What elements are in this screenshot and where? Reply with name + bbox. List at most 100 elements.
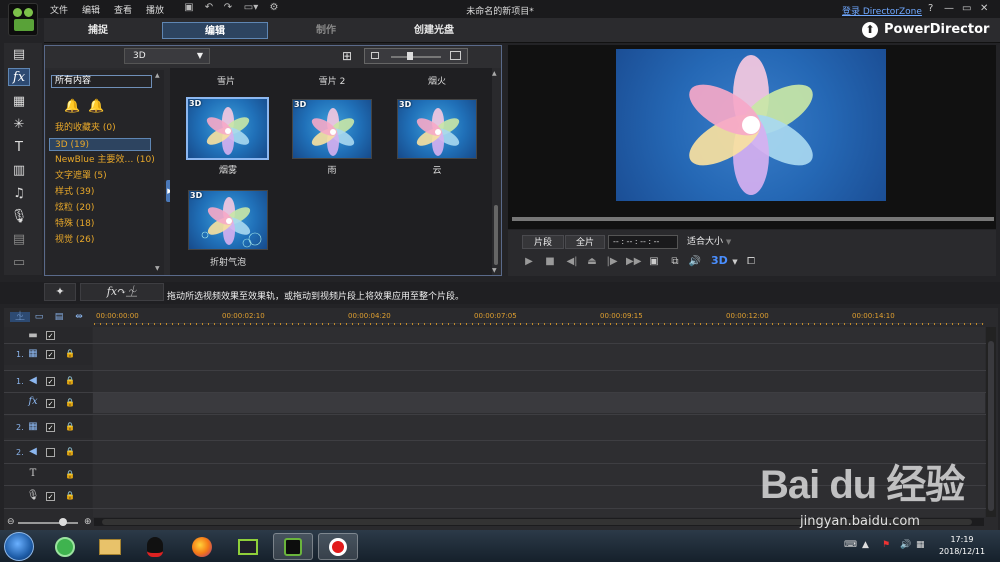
title-room-icon[interactable]: T — [8, 139, 30, 157]
close-icon[interactable]: ✕ — [980, 3, 988, 14]
particle-room-icon[interactable]: ✳ — [8, 116, 30, 134]
aspect-ratio-icon[interactable]: ▭▾ — [240, 2, 262, 14]
category-special[interactable]: 特殊 (18) — [46, 218, 156, 231]
lock-icon[interactable]: 🔒 — [65, 422, 75, 432]
movie-mode-button[interactable]: 全片 — [565, 235, 605, 249]
transition-room-icon[interactable]: ▥ — [8, 162, 30, 180]
fit-size-select[interactable]: 适合大小 ▼ — [684, 235, 740, 249]
fit-timeline-icon[interactable]: ⇹ — [73, 312, 85, 322]
zoom-thumb[interactable] — [59, 518, 67, 526]
chevron-down-icon[interactable]: ▼ — [728, 256, 742, 268]
track-checkbox[interactable]: ✓ — [46, 492, 55, 501]
all-tracks-checkbox[interactable]: ✓ — [46, 331, 55, 340]
firefox-icon[interactable] — [182, 533, 222, 560]
category-filter-select[interactable]: 所有内容 — [51, 75, 152, 88]
qq-penguin-icon[interactable] — [135, 533, 175, 560]
effect-thumbnail-cloud[interactable]: 3D — [397, 99, 477, 159]
audio-mixing-room-icon[interactable]: ♫ — [8, 185, 30, 203]
tab-produce[interactable]: 制作 — [290, 22, 362, 39]
editor-app-icon[interactable] — [228, 533, 268, 560]
previous-frame-icon[interactable]: ◀| — [565, 256, 579, 268]
zoom-out-icon[interactable]: ⊖ — [7, 517, 15, 527]
add-tag-icon[interactable]: 🔔 — [64, 99, 80, 114]
keyboard-icon[interactable]: ⌨ — [844, 540, 857, 550]
category-particle[interactable]: 炫粒 (20) — [46, 202, 156, 215]
start-button[interactable] — [4, 532, 34, 561]
effect-thumbnail-smoke[interactable]: 3D — [186, 97, 269, 160]
screen-recorder-icon[interactable] — [318, 533, 358, 560]
powerdirector-taskbar-icon[interactable] — [273, 533, 313, 560]
track-manager-icon[interactable]: ▤ — [53, 312, 65, 322]
save-icon[interactable]: ▣ — [183, 2, 195, 14]
tray-app-icon[interactable]: ⚑ — [882, 540, 890, 550]
track-checkbox[interactable]: ✓ — [46, 399, 55, 408]
undo-icon[interactable]: ↶ — [203, 2, 215, 14]
track-checkbox[interactable]: ✓ — [46, 423, 55, 432]
maximize-icon[interactable]: ▭ — [962, 3, 971, 14]
timeline-zoom-slider[interactable]: ⊖ ⊕ — [4, 517, 94, 527]
media-room-icon[interactable]: ▤ — [8, 46, 30, 64]
speaker-icon[interactable]: 🔊 — [900, 540, 911, 550]
grid-view-icon[interactable]: ⊞ — [337, 48, 357, 64]
upgrade-arrow-icon[interactable]: ⬆ — [862, 22, 878, 38]
preview-progress-bar[interactable] — [512, 217, 994, 221]
category-favorites[interactable]: 我的收藏夹 (0) — [46, 122, 156, 135]
lock-icon[interactable]: 🔒 — [65, 376, 75, 386]
tab-edit[interactable]: 编辑 — [162, 22, 268, 39]
minimize-icon[interactable]: — — [944, 3, 954, 14]
category-visual[interactable]: 视觉 (26) — [46, 234, 156, 247]
lock-icon[interactable]: 🔒 — [65, 398, 75, 408]
remove-tag-icon[interactable]: 🔔 — [88, 99, 104, 114]
lock-icon[interactable]: 🔒 — [65, 447, 75, 457]
zoom-in-icon[interactable]: ⊕ — [84, 517, 92, 527]
volume-icon[interactable]: 🔊 — [688, 256, 702, 268]
play-icon[interactable]: ▶ — [522, 256, 536, 268]
track-checkbox[interactable]: ✓ — [46, 377, 55, 386]
slider-thumb[interactable] — [407, 52, 413, 60]
menu-play[interactable]: 播放 — [146, 3, 164, 16]
login-directorzone-link[interactable]: 登录 DirectorZone — [842, 4, 922, 17]
stop-icon[interactable]: ■ — [543, 256, 557, 268]
chapter-room-icon[interactable]: ▤ — [8, 231, 30, 249]
category-3d[interactable]: 3D (19) — [49, 138, 151, 151]
category-text-mask[interactable]: 文字遮罩 (5) — [46, 170, 156, 183]
snapshot-camera-icon[interactable]: ▣ — [647, 256, 661, 268]
category-style[interactable]: 样式 (39) — [46, 186, 156, 199]
undock-preview-icon[interactable]: ⧠ — [744, 256, 758, 268]
effect-type-select[interactable]: 3D ▼ — [124, 48, 210, 64]
lock-icon[interactable]: 🔒 — [65, 349, 75, 359]
tab-capture[interactable]: 捕捉 — [62, 22, 134, 39]
voiceover-room-icon[interactable]: 🎙 — [8, 208, 30, 226]
library-scrollbar[interactable]: ▲ ▼ — [492, 70, 500, 274]
help-icon[interactable]: ? — [928, 3, 933, 14]
360-browser-icon[interactable] — [45, 533, 85, 560]
redo-icon[interactable]: ↷ — [222, 2, 234, 14]
lock-icon[interactable]: 🔒 — [65, 470, 75, 480]
tray-arrow-icon[interactable]: ▲ — [862, 540, 869, 550]
category-newblue[interactable]: NewBlue 主要效… (10) — [46, 154, 156, 167]
file-explorer-icon[interactable] — [90, 533, 130, 560]
system-clock[interactable]: 17:19 2018/12/11 — [930, 534, 994, 558]
menu-edit[interactable]: 编辑 — [82, 3, 100, 16]
category-scrollbar[interactable]: ▲ ▼ — [155, 72, 162, 272]
settings-gear-icon[interactable]: ⚙ — [268, 2, 280, 14]
pip-room-icon[interactable]: ▦ — [8, 93, 30, 111]
effect-track-lane[interactable] — [93, 393, 985, 413]
menu-view[interactable]: 查看 — [114, 3, 132, 16]
lock-icon[interactable]: 🔒 — [65, 491, 75, 501]
track-checkbox[interactable] — [46, 448, 55, 457]
thumbnail-size-slider[interactable] — [364, 48, 468, 64]
subtitle-room-icon[interactable]: ▭ — [8, 254, 30, 272]
effect-thumbnail-refraction-bubbles[interactable]: 3D — [188, 190, 268, 250]
add-effect-to-track-button[interactable]: fx↷⏈ — [80, 283, 164, 301]
magic-effect-icon[interactable]: ✦ — [44, 283, 76, 301]
next-frame-icon[interactable]: |▶ — [605, 256, 619, 268]
track-checkbox[interactable]: ✓ — [46, 350, 55, 359]
3d-mode-toggle[interactable]: 3D — [711, 254, 728, 267]
step-back-icon[interactable]: ⏏ — [585, 256, 599, 268]
timeline-view-icon[interactable]: ⏈ — [10, 312, 30, 322]
effects-room-icon[interactable]: fx — [8, 68, 30, 86]
clip-mode-button[interactable]: 片段 — [522, 235, 564, 249]
timecode-field[interactable]: -- : -- : -- : -- — [608, 235, 678, 249]
menu-file[interactable]: 文件 — [50, 3, 68, 16]
